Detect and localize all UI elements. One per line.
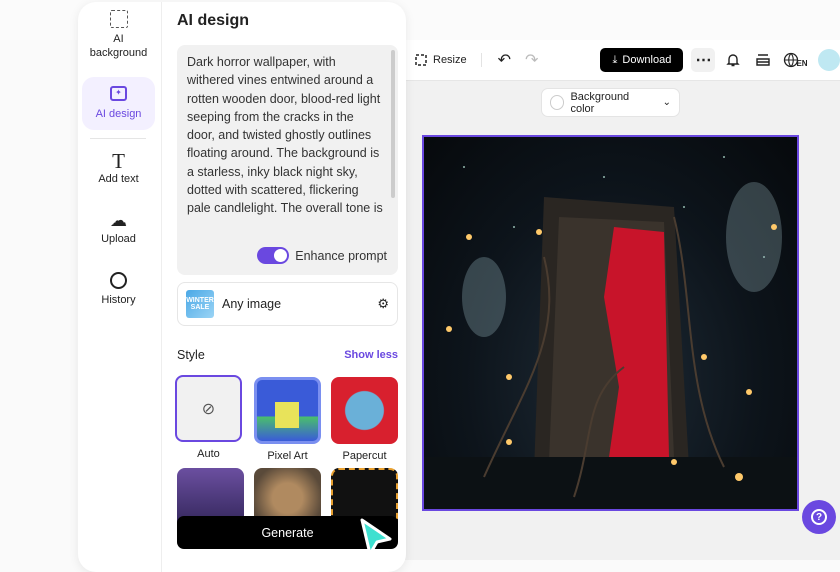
pixel-art-thumbnail xyxy=(254,377,321,444)
resize-label: Resize xyxy=(433,54,467,66)
rail-label: History xyxy=(101,294,136,306)
reference-thumbnail: WINTER SALE xyxy=(186,290,214,318)
enhance-prompt-label: Enhance prompt xyxy=(295,248,387,263)
ai-background-icon xyxy=(109,10,128,28)
style-label: Papercut xyxy=(342,450,387,462)
sliders-icon[interactable]: ⚙ xyxy=(377,296,389,312)
chevron-down-icon: ⌄ xyxy=(662,97,671,108)
more-button[interactable]: ⋯ xyxy=(691,48,716,72)
download-button[interactable]: ⤓ Download xyxy=(600,48,684,72)
enhance-prompt-toggle[interactable] xyxy=(257,247,290,265)
reference-label: Any image xyxy=(222,297,282,311)
undo-icon[interactable]: ↶ xyxy=(498,50,511,70)
prompt-input[interactable]: Dark horror wallpaper, with withered vin… xyxy=(177,45,398,275)
no-style-icon: ⊘ xyxy=(175,375,242,442)
help-button[interactable]: ? xyxy=(802,500,836,534)
generated-image[interactable] xyxy=(422,135,799,511)
style-heading: Style xyxy=(177,348,205,362)
papercut-thumbnail xyxy=(331,377,398,444)
avatar[interactable] xyxy=(817,49,840,71)
download-label: Download xyxy=(622,54,672,66)
rail-item-upload[interactable]: ☁ Upload xyxy=(82,210,155,246)
panel-title: AI design xyxy=(177,12,250,29)
horror-door-illustration xyxy=(424,156,797,509)
tool-rail: AI background ✦ AI design T Add text ☁ U… xyxy=(78,2,162,572)
reference-image-selector[interactable]: WINTER SALE Any image ⚙ xyxy=(177,282,398,326)
rail-item-ai-background[interactable]: AI background xyxy=(82,10,155,74)
download-icon: ⤓ xyxy=(612,53,618,66)
rail-label: Add text xyxy=(98,173,139,185)
rail-divider xyxy=(90,138,146,139)
side-panel: AI background ✦ AI design T Add text ☁ U… xyxy=(78,2,406,572)
ai-design-icon: ✦ xyxy=(110,86,127,101)
bell-icon[interactable] xyxy=(725,52,741,68)
cloud-upload-icon: ☁ xyxy=(110,211,127,230)
help-icon: ? xyxy=(811,509,827,525)
rail-item-add-text[interactable]: T Add text xyxy=(82,150,155,186)
prompt-scrollbar[interactable] xyxy=(391,50,395,198)
color-swatch xyxy=(550,95,565,110)
language-label: EN xyxy=(796,59,808,68)
background-color-label: Background color xyxy=(570,90,630,115)
rail-label: AI background xyxy=(89,33,148,59)
style-label: Auto xyxy=(197,448,220,460)
layers-icon[interactable] xyxy=(755,52,771,68)
resize-icon xyxy=(415,54,427,66)
rail-item-history[interactable]: History xyxy=(82,270,155,307)
rail-item-ai-design[interactable]: ✦ AI design xyxy=(82,77,155,130)
style-header: Style Show less xyxy=(177,348,398,362)
divider xyxy=(480,53,482,67)
toolbar: Resize ↶ ↷ ⤓ Download ⋯ EN xyxy=(400,40,840,81)
resize-button[interactable]: Resize xyxy=(414,53,467,67)
language-button[interactable]: EN xyxy=(783,52,808,68)
style-papercut[interactable]: Papercut xyxy=(331,377,398,462)
style-pixel-art[interactable]: Pixel Art xyxy=(254,377,321,462)
prompt-text[interactable]: Dark horror wallpaper, with withered vin… xyxy=(187,53,384,235)
style-auto[interactable]: ⊘ Auto xyxy=(175,375,242,460)
clock-icon xyxy=(110,272,127,289)
rail-label: AI design xyxy=(95,108,142,120)
redo-icon[interactable]: ↷ xyxy=(525,50,538,70)
cursor-pointer-icon xyxy=(360,518,392,556)
style-label: Pixel Art xyxy=(267,450,308,462)
rail-label: Upload xyxy=(101,233,136,245)
show-less-link[interactable]: Show less xyxy=(344,349,398,361)
enhance-prompt-control[interactable]: Enhance prompt xyxy=(257,247,387,265)
background-color-button[interactable]: Background color ⌄ xyxy=(541,88,680,117)
text-icon: T xyxy=(112,149,125,173)
